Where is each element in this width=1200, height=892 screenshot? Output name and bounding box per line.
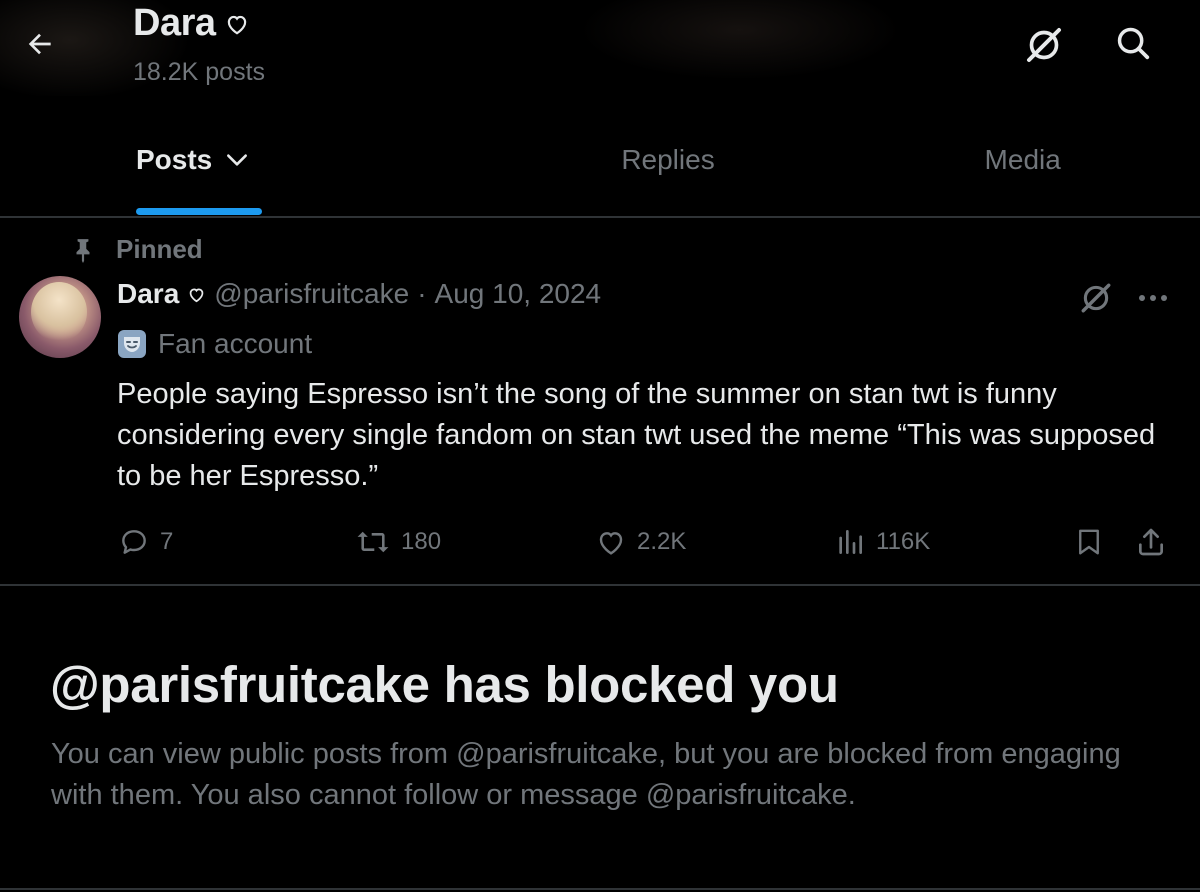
- separator-dot: ·: [417, 278, 427, 309]
- blocked-title: @parisfruitcake has blocked you: [50, 656, 839, 713]
- tab-label: Posts: [136, 144, 213, 175]
- more-button[interactable]: [1133, 280, 1173, 316]
- search-button[interactable]: [1110, 20, 1156, 66]
- repost-count: 180: [401, 528, 442, 555]
- share-button[interactable]: [1135, 520, 1167, 564]
- reply-count: 7: [160, 528, 174, 555]
- header-title: Dara: [133, 2, 250, 45]
- profile-name: Dara: [133, 2, 216, 44]
- heart-outline-icon: [189, 287, 204, 302]
- mask-icon: [118, 330, 146, 358]
- profile-tabs: Posts Replies Media: [0, 118, 1200, 216]
- active-tab-indicator: [136, 208, 262, 215]
- avatar[interactable]: [19, 276, 101, 358]
- divider: [0, 216, 1200, 218]
- search-icon: [1117, 27, 1150, 60]
- repost-button[interactable]: 180: [355, 520, 441, 564]
- post-date[interactable]: Aug 10, 2024: [435, 278, 602, 310]
- pinned-label: Pinned: [116, 234, 203, 264]
- profile-header: Dara 18.2K posts: [0, 0, 1200, 96]
- repost-icon: [357, 531, 389, 553]
- divider: [0, 584, 1200, 586]
- tab-label: Media: [984, 144, 1061, 175]
- tab-posts[interactable]: Posts: [0, 118, 491, 216]
- share-icon: [1139, 528, 1163, 556]
- post-actions: 7 180 2.2K 116K: [0, 520, 1200, 564]
- grok-icon: [1081, 283, 1111, 313]
- bookmark-icon: [1079, 529, 1099, 555]
- views-button[interactable]: 116K: [834, 520, 930, 564]
- more-icon: [1139, 295, 1167, 301]
- view-count: 116K: [876, 528, 931, 555]
- grok-button[interactable]: [1021, 22, 1067, 68]
- like-count: 2.2K: [637, 528, 687, 555]
- divider: [0, 888, 1200, 890]
- tab-media[interactable]: Media: [845, 118, 1200, 216]
- reply-button[interactable]: 7: [118, 520, 173, 564]
- account-label-text: Fan account: [158, 328, 313, 359]
- tab-label: Replies: [621, 144, 715, 175]
- post-handle[interactable]: @parisfruitcake: [214, 278, 409, 310]
- post-author-name[interactable]: Dara: [117, 278, 179, 310]
- like-button[interactable]: 2.2K: [595, 520, 686, 564]
- chevron-down-icon: [227, 154, 248, 166]
- pin-icon: [76, 238, 90, 263]
- post-header: Dara @parisfruitcake · Aug 10, 2024: [117, 278, 601, 310]
- blocked-description: You can view public posts from @parisfru…: [51, 738, 1121, 811]
- bookmark-button[interactable]: [1074, 520, 1104, 564]
- heart-outline-icon: [227, 15, 246, 34]
- post-text: People saying Espresso isn’t the song of…: [117, 378, 1156, 492]
- pinned-indicator: Pinned: [70, 234, 203, 265]
- grok-post-button[interactable]: [1078, 280, 1114, 316]
- arrow-left-icon: [28, 33, 51, 55]
- posts-count: 18.2K posts: [133, 58, 266, 86]
- grok-icon: [1027, 28, 1061, 62]
- account-label[interactable]: Fan account: [118, 328, 312, 360]
- reply-icon: [122, 530, 146, 554]
- back-button[interactable]: [20, 24, 60, 64]
- views-icon: [839, 530, 862, 554]
- heart-icon: [599, 532, 623, 555]
- tab-replies[interactable]: Replies: [491, 118, 846, 216]
- avatar-image: [31, 282, 87, 342]
